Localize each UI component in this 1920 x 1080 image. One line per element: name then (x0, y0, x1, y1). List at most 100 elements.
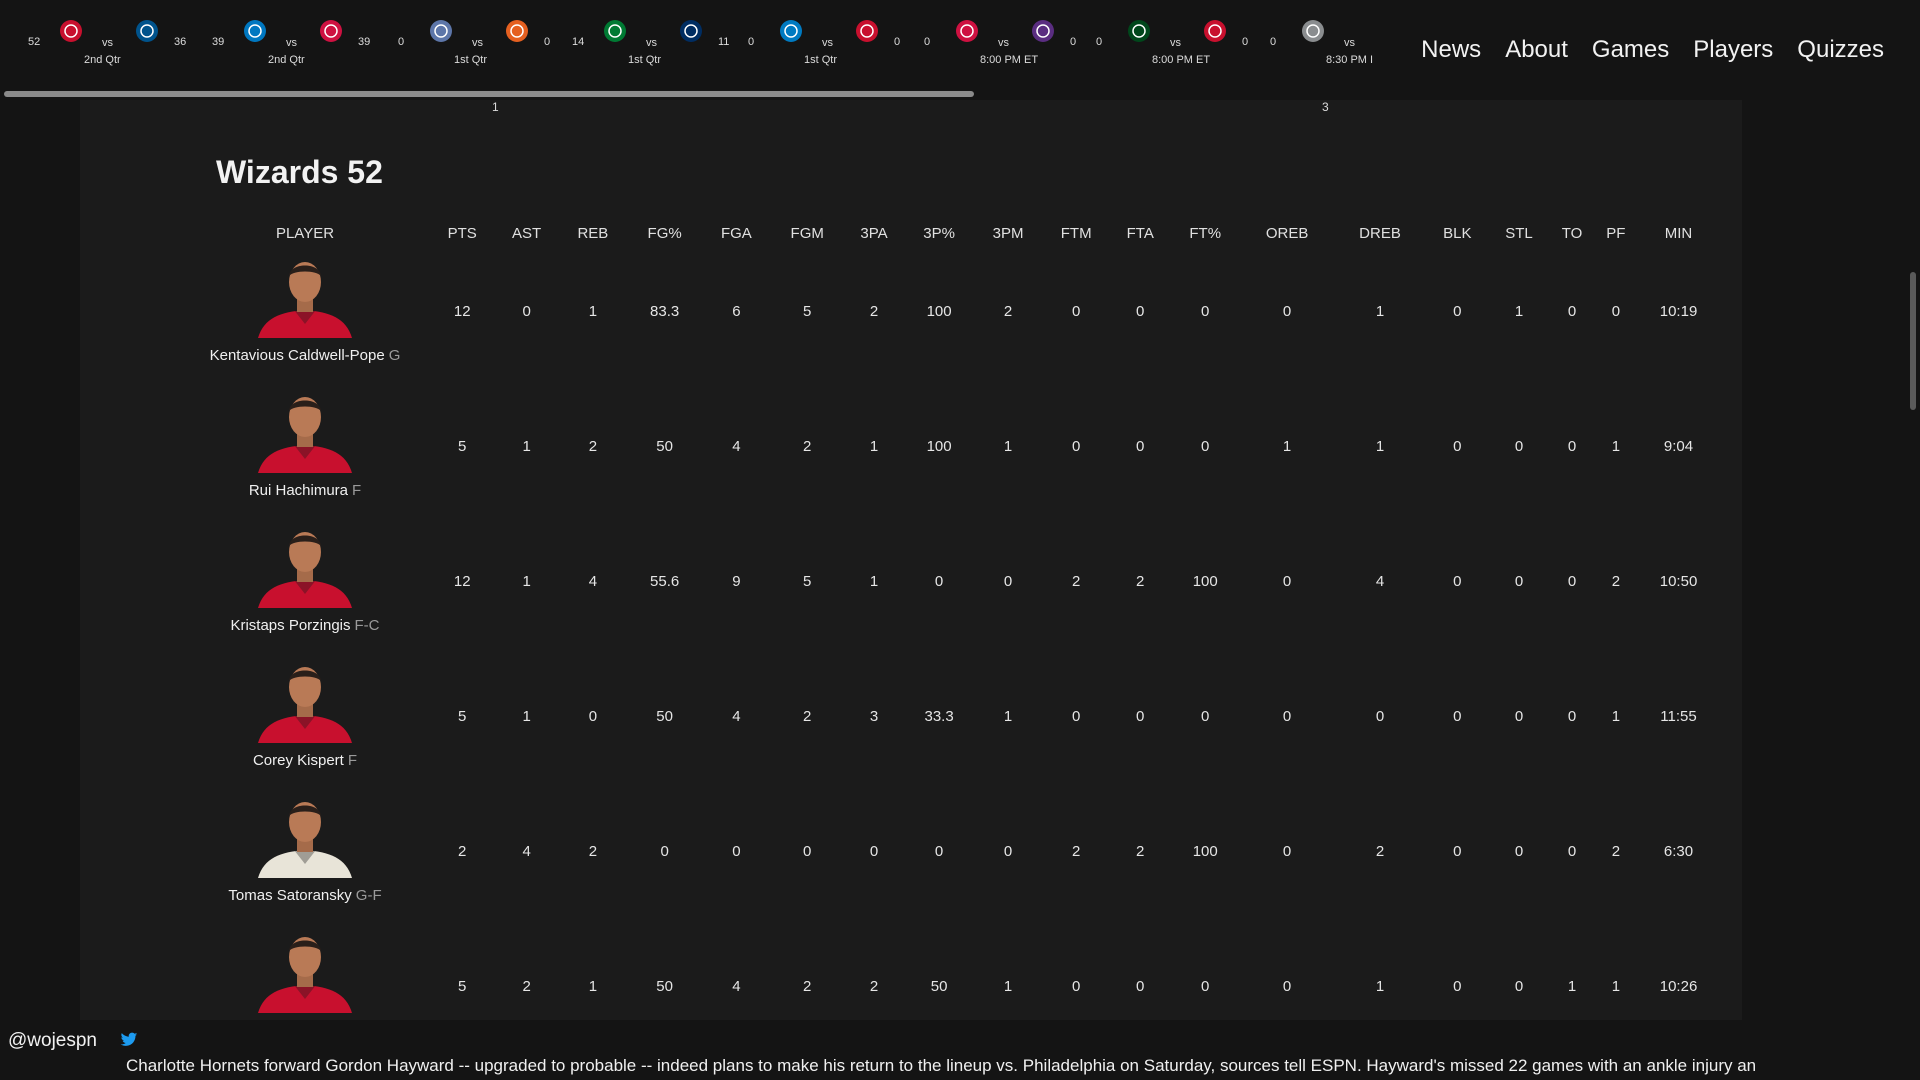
stat-cell: 9:04 (1663, 438, 1694, 455)
player-position: F (347, 752, 358, 769)
column-header[interactable]: DREB (1334, 222, 1426, 244)
celtics-logo (600, 16, 630, 46)
nav-quizzes-link[interactable]: Quizzes (1797, 36, 1884, 64)
stat-cell: 1 (522, 708, 531, 725)
table-row[interactable]: Rui Hachimura F 5 1 2 50 4 2 1 100 1 0 0 0 1 1 0 0 0 1 9:04 (180, 379, 1720, 514)
column-header[interactable]: PTS (430, 222, 494, 244)
player-name[interactable]: Rui Hachimura (249, 482, 348, 499)
player-cell[interactable]: Rui Hachimura F (180, 379, 430, 514)
stat-cell: 0 (1282, 303, 1292, 320)
player-name[interactable]: Kristaps Porzingis (230, 617, 350, 634)
nav-news-link[interactable]: News (1421, 36, 1481, 64)
player-cell[interactable]: Kristaps Porzingis F-C (180, 514, 430, 649)
stat-cell: 5 (803, 573, 812, 590)
score-away: 36 (174, 36, 187, 48)
vs-label: vs (1344, 37, 1355, 49)
column-header[interactable]: 3P% (904, 222, 974, 244)
column-header[interactable]: REB (559, 222, 627, 244)
stat-cell: 0 (1453, 303, 1462, 320)
player-position: G-F (355, 887, 382, 904)
scoreboard-scrollbar[interactable] (4, 91, 974, 97)
scoreboard-game[interactable]: 52 vs 36 2nd Qtr (26, 10, 206, 80)
game-status: 2nd Qtr (84, 54, 121, 66)
column-header[interactable]: TO (1549, 222, 1594, 244)
stat-cell: 0 (1003, 573, 1013, 590)
column-header[interactable]: FT% (1170, 222, 1240, 244)
scoreboard-strip[interactable]: 52 vs 36 2nd Qtr 39 vs 39 2nd Qtr 0 vs 0 1st Qtr 14 v… (0, 0, 1373, 90)
stat-cell: 2 (1003, 303, 1013, 320)
stat-cell: 0 (934, 843, 944, 860)
column-header[interactable]: OREB (1240, 222, 1334, 244)
stat-cell: 0 (660, 843, 669, 860)
stat-cell: 2 (869, 303, 879, 320)
vs-label: vs (286, 37, 297, 49)
player-cell[interactable]: Tomas Satoransky G-F (180, 784, 430, 919)
grizzlies-logo (426, 16, 456, 46)
boxscore-table: PLAYER PTS AST REB FG% FGA FGM 3PA 3P% 3PM FTM FTA F… (180, 222, 1720, 1054)
scoreboard-game[interactable]: 0 vs 0 1st Qtr (396, 10, 576, 80)
player-name[interactable]: Kentavious Caldwell-Pope (210, 347, 385, 364)
nav-about-link[interactable]: About (1505, 36, 1568, 64)
score-away: 0 (894, 36, 901, 48)
column-header[interactable]: PF (1595, 222, 1637, 244)
scoreboard-game[interactable]: 0 vs 0 8:00 PM ET (922, 10, 1102, 80)
player-name[interactable]: Tomas Satoransky (228, 887, 351, 904)
stat-cell: 0 (1136, 708, 1145, 725)
column-header[interactable]: 3PM (974, 222, 1042, 244)
game-status: 2nd Qtr (268, 54, 305, 66)
column-header[interactable]: MIN (1637, 222, 1720, 244)
stat-cell: 100 (1192, 843, 1218, 860)
nav-players-link[interactable]: Players (1693, 36, 1773, 64)
stat-cell: 1 (869, 438, 879, 455)
table-row[interactable]: Tomas Satoransky G-F 2 4 2 0 0 0 0 0 0 2 2 100 0 2 0 0 0 2 6… (180, 784, 1720, 919)
player-name[interactable]: Corey Kispert (253, 752, 344, 769)
column-header[interactable]: FGM (770, 222, 844, 244)
pistons-logo (852, 16, 882, 46)
score-home: 14 (572, 36, 585, 48)
twitter-icon (120, 1032, 138, 1048)
column-header[interactable]: FTM (1042, 222, 1110, 244)
stat-cell: 1 (588, 303, 598, 320)
stat-cell: 0 (1567, 438, 1577, 455)
stat-cell: 0 (1003, 843, 1013, 860)
column-header[interactable]: 3PA (844, 222, 904, 244)
table-row[interactable]: Corey Kispert F 5 1 0 50 4 2 3 33.3 1 0 0 0 0 0 0 0 0 1 11:5… (180, 649, 1720, 784)
scoreboard-game[interactable]: 39 vs 39 2nd Qtr (210, 10, 390, 80)
stat-cell: 0 (1514, 438, 1524, 455)
scoreboard-game[interactable]: 14 vs 11 1st Qtr (570, 10, 750, 80)
column-header[interactable]: BLK (1426, 222, 1489, 244)
stat-cell: 2 (458, 843, 467, 860)
player-photo (250, 792, 360, 878)
column-header[interactable]: AST (494, 222, 558, 244)
table-row[interactable]: Kentavious Caldwell-Pope G 12 0 1 83.3 6 5 2 100 2… (180, 244, 1720, 379)
stat-cell: 0 (1201, 438, 1210, 455)
table-row[interactable]: Kristaps Porzingis F-C 12 1 4 55.6 9 5 1 0 0 2 2 100 0… (180, 514, 1720, 649)
score-away: 39 (358, 36, 371, 48)
vs-label: vs (102, 37, 113, 49)
score-away: 0 (544, 36, 551, 48)
vs-label: vs (998, 37, 1009, 49)
page-scrollbar[interactable] (1910, 272, 1916, 410)
player-cell[interactable]: Kentavious Caldwell-Pope G (180, 244, 430, 379)
stat-cell: 0 (1282, 708, 1292, 725)
stat-cell: 1 (1611, 438, 1621, 455)
column-header[interactable]: STL (1489, 222, 1550, 244)
nav-games-link[interactable]: Games (1592, 36, 1669, 64)
player-photo (250, 387, 360, 473)
scoreboard-game[interactable]: 0 vs 0 8:00 PM ET (1094, 10, 1274, 80)
player-cell[interactable]: Corey Kispert F (180, 649, 430, 784)
column-header[interactable]: FG% (627, 222, 702, 244)
ticker-tweet-text: Charlotte Hornets forward Gordon Hayward… (126, 1056, 1757, 1075)
stat-cell: 6:30 (1663, 843, 1694, 860)
stat-cell: 4 (588, 573, 598, 590)
stat-cell: 6 (732, 303, 741, 320)
column-header[interactable]: FGA (702, 222, 770, 244)
stat-cell: 3 (869, 708, 879, 725)
stat-cell: 1 (1282, 438, 1292, 455)
stat-cell: 1 (1611, 708, 1621, 725)
column-header[interactable]: FTA (1110, 222, 1170, 244)
game-status: 1st Qtr (804, 54, 838, 66)
scoreboard-game[interactable]: 0 vs 0 1st Qtr (746, 10, 926, 80)
ticker-handle[interactable]: @wojespn (8, 1030, 97, 1052)
column-header[interactable]: PLAYER (180, 222, 430, 244)
